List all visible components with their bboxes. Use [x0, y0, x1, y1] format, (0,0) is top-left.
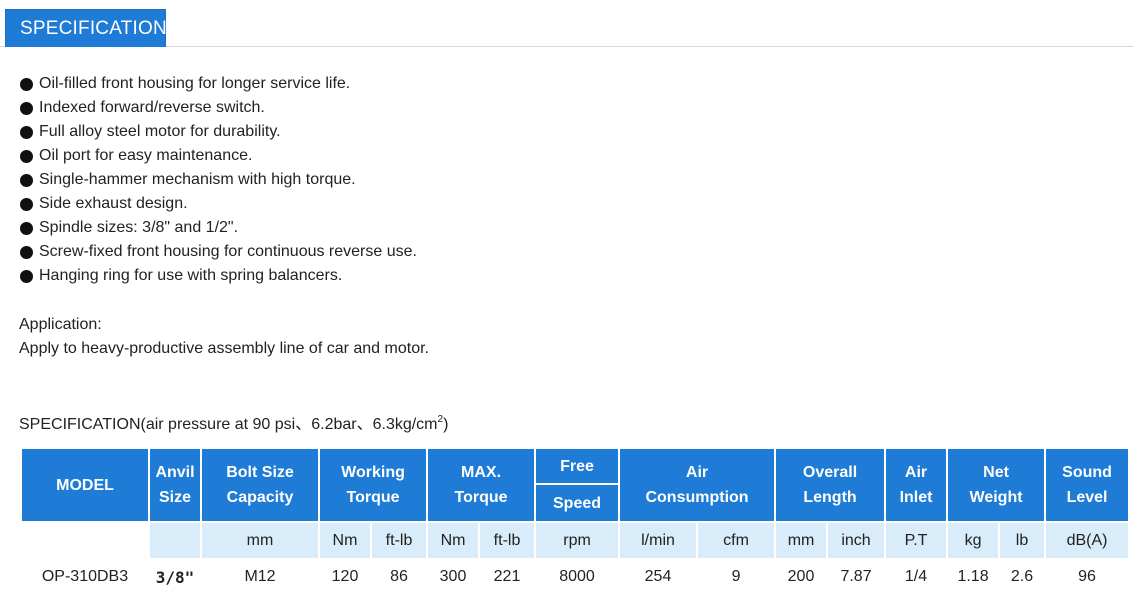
unit-weight-lb: lb — [1000, 521, 1045, 558]
tab-specification[interactable]: SPECIFICATION — [5, 9, 167, 47]
unit-sound: dB(A) — [1046, 521, 1129, 558]
header-working-torque: Working Torque — [320, 449, 427, 521]
unit-length-inch: inch — [828, 521, 885, 558]
header-net-weight: Net Weight — [948, 449, 1045, 521]
feature-text: Oil-filled front housing for longer serv… — [39, 75, 351, 92]
cell-bolt: M12 — [244, 568, 276, 585]
header-overall-length: Overall Length — [776, 449, 885, 521]
unit-anvil-empty — [150, 521, 200, 558]
bullet-icon — [20, 77, 33, 91]
unit-length-mm: mm — [776, 521, 827, 558]
feature-list: Oil-filled front housing for longer serv… — [20, 72, 417, 288]
feature-text: Spindle sizes: 3/8" and 1/2". — [39, 219, 239, 236]
bullet-icon — [20, 125, 33, 139]
feature-item: Single-hammer mechanism with high torque… — [20, 168, 417, 192]
unit-speed: rpm — [536, 521, 619, 558]
feature-text: Screw-fixed front housing for continuous… — [39, 243, 417, 260]
table-row: OP-310DB3 3/8" M12 120 86 300 221 8000 2… — [22, 558, 1128, 596]
cell-inlet: 1/4 — [904, 568, 928, 585]
feature-item: Side exhaust design. — [20, 192, 417, 216]
application-heading: Application: — [19, 316, 102, 333]
feature-item: Oil port for easy maintenance. — [20, 144, 417, 168]
feature-text: Indexed forward/reverse switch. — [39, 99, 265, 116]
unit-air-lmin: l/min — [620, 521, 697, 558]
cell-max-nm: 300 — [439, 568, 467, 585]
cell-air-cfm: 9 — [731, 568, 741, 585]
unit-bolt: mm — [202, 521, 318, 558]
cell-model: OP-310DB3 — [41, 568, 129, 585]
cell-anvil: 3/8" — [155, 567, 195, 587]
header-air-consumption: Air Consumption — [620, 449, 775, 521]
unit-weight-kg: kg — [948, 521, 999, 558]
header-bolt-size: Bolt Size Capacity — [202, 449, 318, 521]
units-row: mm Nm ft-lb Nm ft-lb rpm l/min cfm mm in… — [22, 521, 1129, 558]
feature-item: Oil-filled front housing for longer serv… — [20, 72, 417, 96]
bullet-icon — [20, 269, 33, 283]
header-anvil-size: Anvil Size — [150, 449, 200, 521]
spec-title-text: SPECIFICATION(air pressure at 90 psi、6.2… — [19, 416, 438, 433]
unit-max-ftlb: ft-lb — [480, 521, 535, 558]
feature-item: Screw-fixed front housing for continuous… — [20, 240, 417, 264]
feature-item: Hanging ring for use with spring balance… — [20, 264, 417, 288]
header-free: Free — [536, 449, 619, 485]
header-max-torque: MAX. Torque — [428, 449, 535, 521]
cell-working-nm: 120 — [331, 568, 359, 585]
application-text: Apply to heavy-productive assembly line … — [19, 340, 429, 357]
header-sound-level: Sound Level — [1046, 449, 1129, 521]
spec-table: MODEL Anvil Size Bolt Size Capacity Workin… — [20, 449, 1130, 596]
bullet-icon — [20, 245, 33, 259]
cell-speed: 8000 — [559, 568, 595, 585]
cell-air-lmin: 254 — [644, 568, 672, 585]
unit-inlet: P.T — [886, 521, 947, 558]
feature-item: Full alloy steel motor for durability. — [20, 120, 417, 144]
header-speed: Speed — [536, 485, 619, 521]
feature-text: Oil port for easy maintenance. — [39, 147, 253, 164]
bullet-icon — [20, 149, 33, 163]
cell-sound: 96 — [1078, 568, 1096, 585]
application-section: Application: Apply to heavy-productive a… — [19, 313, 429, 361]
bullet-icon — [20, 173, 33, 187]
cell-working-ftlb: 86 — [390, 568, 408, 585]
spec-title: SPECIFICATION(air pressure at 90 psi、6.2… — [19, 408, 448, 437]
cell-weight-lb: 2.6 — [1010, 568, 1034, 585]
cell-max-ftlb: 221 — [493, 568, 521, 585]
feature-text: Hanging ring for use with spring balance… — [39, 267, 343, 284]
bullet-icon — [20, 197, 33, 211]
header-model: MODEL — [22, 449, 148, 521]
unit-working-nm: Nm — [320, 521, 370, 558]
feature-item: Indexed forward/reverse switch. — [20, 96, 417, 120]
cell-length-mm: 200 — [787, 568, 815, 585]
spec-title-close: ) — [443, 416, 449, 433]
unit-working-ftlb: ft-lb — [372, 521, 427, 558]
cell-length-inch: 7.87 — [840, 568, 872, 585]
header-row-1: MODEL Anvil Size Bolt Size Capacity Workin… — [22, 449, 1129, 521]
bullet-icon — [20, 221, 33, 235]
cell-weight-kg: 1.18 — [957, 568, 989, 585]
unit-air-cfm: cfm — [698, 521, 775, 558]
tab-bar: SPECIFICATION — [0, 0, 1133, 47]
feature-text: Full alloy steel motor for durability. — [39, 123, 281, 140]
feature-text: Single-hammer mechanism with high torque… — [39, 171, 356, 188]
unit-max-nm: Nm — [428, 521, 479, 558]
feature-item: Spindle sizes: 3/8" and 1/2". — [20, 216, 417, 240]
feature-text: Side exhaust design. — [39, 195, 188, 212]
header-air-inlet: Air Inlet — [886, 449, 947, 521]
bullet-icon — [20, 101, 33, 115]
unit-model-empty — [22, 521, 148, 558]
